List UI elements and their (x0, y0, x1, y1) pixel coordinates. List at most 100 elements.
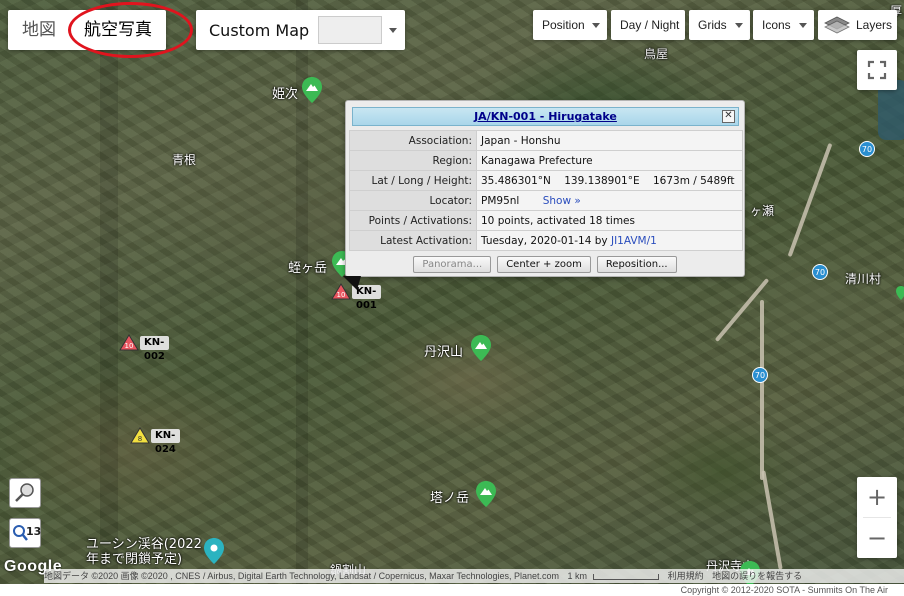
center-zoom-button[interactable]: Center + zoom (497, 256, 591, 273)
summit-details-table: Association: Japan - Honshu Region: Kana… (349, 130, 743, 251)
position-dropdown[interactable]: Position (533, 10, 607, 40)
summit-points: 10 (125, 342, 134, 350)
route-shield-70: 70 (859, 141, 875, 157)
custom-map-control: Custom Map (196, 10, 405, 50)
summit-title-link[interactable]: JA/KN-001 - Hirugatake ✕ (352, 107, 739, 126)
info-window-actions: Panorama... Center + zoom Reposition... (346, 256, 744, 273)
imagery-seam (100, 0, 118, 584)
layers-icon (824, 16, 850, 34)
chevron-down-icon (799, 23, 807, 28)
latlong-key: Lat / Long / Height: (349, 170, 477, 191)
report-error-link[interactable]: 地図の誤りを報告する (712, 571, 802, 581)
height: 1673m / 5489ft (652, 174, 735, 187)
region-value: Kanagawa Prefecture (476, 150, 743, 171)
icons-dropdown[interactable]: Icons (753, 10, 814, 40)
table-row: Locator: PM95nl Show » (349, 190, 743, 211)
zoom-control: + − (857, 477, 897, 558)
scale-bar (593, 573, 660, 580)
latest-activation-date: Tuesday, 2020-01-14 by (481, 234, 608, 247)
latest-activation-key: Latest Activation: (349, 230, 477, 251)
place-label-tonodake: 塔ノ岳 (430, 491, 470, 506)
place-label-aone: 青根 (172, 153, 197, 167)
map-attribution-bar: 地図データ ©2020 画像 ©2020 , CNES / Airbus, Di… (44, 569, 904, 583)
position-label: Position (542, 18, 585, 32)
day-night-button[interactable]: Day / Night (611, 10, 685, 40)
route-shield-70: 70 (812, 264, 828, 280)
mountain-pin-icon (302, 77, 322, 103)
grids-label: Grids (698, 18, 727, 32)
map-type-satellite-button[interactable]: 航空写真 (70, 10, 166, 50)
association-key: Association: (349, 130, 477, 151)
locator-value: PM95nl Show » (476, 190, 743, 211)
chevron-down-icon (735, 23, 743, 28)
map-data-attribution: 地図データ ©2020 画像 ©2020 , CNES / Airbus, Di… (44, 571, 560, 581)
place-label-himetsugi: 姫次 (272, 87, 299, 102)
zoom-level-value: 13 (26, 525, 42, 538)
measure-tool-button[interactable] (9, 478, 41, 508)
day-night-label: Day / Night (620, 18, 680, 32)
table-row: Latest Activation: Tuesday, 2020-01-14 b… (349, 230, 743, 251)
summit-triangle-icon: 8 (130, 427, 150, 444)
summit-ref: KN-024 (151, 429, 180, 455)
place-label-tanzawasan: 丹沢山 (424, 345, 464, 360)
map-type-control: 地図 航空写真 (8, 10, 166, 50)
fullscreen-button[interactable] (857, 50, 897, 90)
summit-ref: KN-002 (140, 336, 169, 362)
locator-show-link[interactable]: Show » (543, 195, 581, 207)
table-row: Association: Japan - Honshu (349, 130, 743, 151)
place-label-yushin-line2: 年まで閉鎖予定) (86, 552, 183, 567)
mountain-pin-icon (471, 335, 491, 361)
scale-label[interactable]: 1 km (568, 571, 588, 581)
zoom-out-button[interactable]: − (857, 518, 897, 558)
road (761, 470, 783, 570)
table-row: Lat / Long / Height: 35.486301°N 139.138… (349, 170, 743, 191)
layers-button[interactable]: Layers (818, 10, 897, 40)
table-row: Points / Activations: 10 points, activat… (349, 210, 743, 231)
road (787, 142, 833, 258)
table-row: Region: Kanagawa Prefecture (349, 150, 743, 171)
zoom-level-indicator[interactable]: 13 (9, 518, 41, 548)
route-shield-70: 70 (752, 367, 768, 383)
point-of-interest-pin-icon (204, 538, 224, 564)
close-icon[interactable]: ✕ (722, 110, 735, 123)
custom-map-label: Custom Map (209, 20, 310, 40)
copyright-footer: Copyright © 2012-2020 SOTA - Summits On … (0, 584, 904, 596)
fullscreen-icon (867, 60, 887, 80)
place-label-hirugatake: 蛭ヶ岳 (288, 261, 328, 276)
summit-title[interactable]: JA/KN-001 - Hirugatake (474, 110, 617, 123)
magnifier-tool-icon (15, 483, 34, 502)
summit-points: 10 (337, 291, 346, 299)
locator-key: Locator: (349, 190, 477, 211)
place-label-segase: ヶ瀬 (750, 204, 775, 218)
association-value: Japan - Honshu (476, 130, 743, 151)
map-type-map-button[interactable]: 地図 (8, 10, 70, 50)
locator-code: PM95nl (481, 194, 520, 207)
terms-link[interactable]: 利用規約 (668, 571, 704, 581)
chevron-down-icon (592, 23, 600, 28)
grids-dropdown[interactable]: Grids (689, 10, 750, 40)
activator-callsign-link[interactable]: JI1AVM/1 (611, 235, 657, 247)
chevron-down-icon[interactable] (389, 28, 397, 33)
longitude: 139.138901°E (564, 174, 640, 187)
mountain-pin-icon (896, 286, 904, 300)
summit-info-window: JA/KN-001 - Hirugatake ✕ Association: Ja… (345, 100, 745, 277)
layers-label: Layers (856, 18, 893, 32)
points-key: Points / Activations: (349, 210, 477, 231)
latest-activation-value: Tuesday, 2020-01-14 by JI1AVM/1 (476, 230, 743, 251)
place-label-kiyokawa: 清川村 (845, 272, 882, 286)
place-label-torigaya: 鳥屋 (644, 47, 669, 61)
summit-triangle-icon: 10 (119, 334, 139, 351)
mountain-pin-icon (476, 481, 496, 507)
latitude: 35.486301°N (481, 174, 551, 187)
road (760, 300, 764, 480)
custom-map-select[interactable] (318, 16, 383, 44)
info-window-pointer (343, 276, 361, 290)
zoom-in-button[interactable]: + (857, 477, 897, 517)
icons-label: Icons (762, 18, 791, 32)
panorama-button[interactable]: Panorama... (413, 256, 492, 273)
latlong-value: 35.486301°N 139.138901°E 1673m / 5489ft (476, 170, 743, 191)
satellite-map[interactable]: 姫次 青根 鳥屋 ヶ瀬 清川村 厚 蛭ヶ岳 丹沢山 塔ノ岳 ユーシン渓谷(202… (0, 0, 904, 584)
region-key: Region: (349, 150, 477, 171)
reposition-button[interactable]: Reposition... (596, 256, 677, 273)
points-value: 10 points, activated 18 times (476, 210, 743, 231)
